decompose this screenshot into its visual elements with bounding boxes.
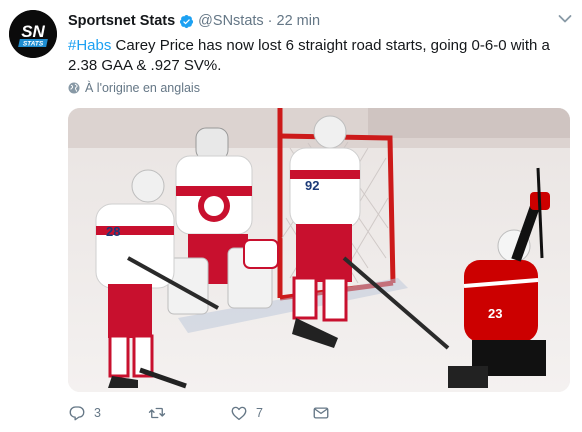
chevron-down-icon[interactable] <box>558 14 572 24</box>
sportsnet-logo: SN STATS <box>9 10 57 58</box>
reply-button[interactable]: 3 <box>68 404 101 422</box>
verified-icon <box>180 14 194 28</box>
separator-dot: · <box>267 13 273 29</box>
like-button[interactable]: 7 <box>230 404 263 422</box>
translate-label: À l'origine en anglais <box>85 81 200 95</box>
tweet-text: #Habs Carey Price has now lost 6 straigh… <box>68 36 568 76</box>
message-icon <box>313 407 329 419</box>
tweet-body: Carey Price has now lost 6 straight road… <box>68 37 550 74</box>
tweet-actions: 3 7 <box>68 404 528 426</box>
svg-text:28: 28 <box>106 224 120 239</box>
display-name[interactable]: Sportsnet Stats <box>68 13 175 29</box>
hashtag-link[interactable]: #Habs <box>68 37 111 54</box>
tweet-header: Sportsnet Stats @SNstats · 22 min <box>68 12 320 30</box>
reply-icon <box>69 406 85 421</box>
avatar[interactable]: SN STATS <box>9 10 57 58</box>
like-icon <box>231 406 247 421</box>
timestamp[interactable]: 22 min <box>277 13 321 29</box>
message-button[interactable] <box>312 404 338 422</box>
tweet[interactable]: SN STATS Sportsnet Stats @SNstats · 22 m… <box>0 0 582 432</box>
avatar-subtext: STATS <box>23 41 44 48</box>
tweet-photo[interactable]: 28 92 23 <box>68 108 570 392</box>
retweet-icon <box>148 407 166 419</box>
hockey-photo: 28 92 23 <box>68 108 570 392</box>
avatar-text: SN <box>21 22 45 41</box>
globe-icon <box>68 82 80 94</box>
svg-text:23: 23 <box>488 306 502 321</box>
translate-link[interactable]: À l'origine en anglais <box>68 81 200 95</box>
like-count: 7 <box>256 406 263 420</box>
reply-count: 3 <box>94 406 101 420</box>
handle[interactable]: @SNstats <box>198 13 263 29</box>
svg-text:92: 92 <box>305 178 319 193</box>
retweet-button[interactable] <box>148 404 174 422</box>
